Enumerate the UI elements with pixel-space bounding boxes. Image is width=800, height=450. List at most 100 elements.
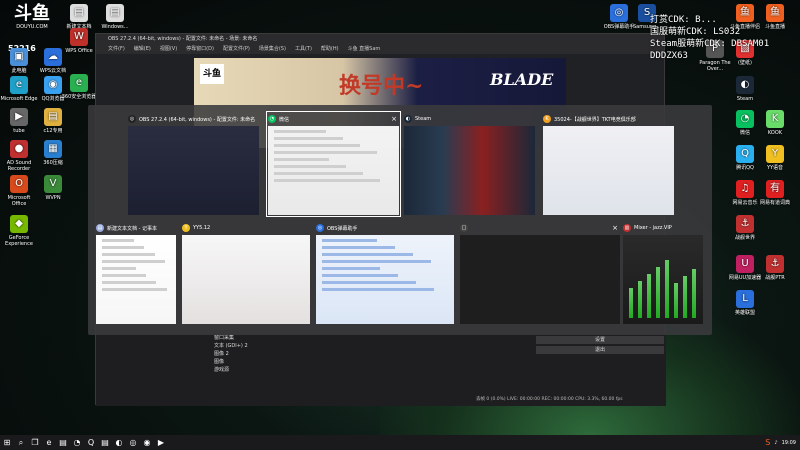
close-icon[interactable]: × <box>612 224 620 232</box>
steam-icon: ◐ <box>736 76 754 94</box>
wechat-icon[interactable]: ◔ <box>70 435 84 450</box>
banner-text: 换号中~ <box>339 73 424 99</box>
task-view-icon[interactable]: ❐ <box>28 435 42 450</box>
obs-status: 丢帧 0 (0.0%) LIVE: 00:00:00 REC: 00:00:00… <box>476 397 623 402</box>
sources-list: 窗口采集 文本 (GDI+) 2 图像 2 图像 游戏源 <box>204 334 314 394</box>
desktop-icon[interactable]: Y YY语音 <box>756 145 794 171</box>
source-item[interactable]: 图像 <box>204 358 314 366</box>
switcher-thumbnail[interactable]: ◎ OBS 27.2.4 (64-bit, windows) - 配置文件: 未命… <box>128 113 259 215</box>
preview-line <box>102 288 167 291</box>
obs-menu-item[interactable]: 帮助(H) <box>321 44 339 54</box>
youdao-icon: 有 <box>766 180 784 198</box>
desktop-icon[interactable]: ⚓ 战舰PTR <box>756 255 794 281</box>
desktop-icon[interactable]: ▤ 新建文本档 <box>60 4 98 30</box>
desktop-icon-label: 微信 <box>739 130 750 136</box>
thumbnail-preview <box>316 235 454 324</box>
obs-icon[interactable]: ◎ <box>126 435 140 450</box>
desktop-icon[interactable]: ▣ 此电脑 <box>0 48 38 74</box>
preview-line <box>102 281 157 284</box>
volume-icon[interactable]: ♪ <box>774 440 777 446</box>
switcher-thumbnail[interactable]: □ × <box>460 222 620 324</box>
obs-title[interactable]: OBS 27.2.4 (64-bit, windows) - 配置文件: 未命名… <box>96 34 664 44</box>
desktop-icon[interactable]: ▤ Windows... <box>96 4 134 30</box>
warships-icon: ⚓ <box>736 215 754 233</box>
thumbnail-preview <box>543 126 674 215</box>
source-item[interactable]: 文本 (GDI+) 2 <box>204 342 314 350</box>
obs-icon: ◎ <box>128 115 136 123</box>
chrome-icon[interactable]: ◉ <box>140 435 154 450</box>
switcher-thumbnail[interactable]: ◐ Steam <box>404 113 535 215</box>
thumbnail-header: ▥ Mixer - jazz.VIP <box>623 222 703 234</box>
desktop-icon[interactable]: e Microsoft Edge <box>0 76 38 102</box>
text-file-icon: ▤ <box>70 4 88 22</box>
preview-line <box>102 239 134 242</box>
yy-icon: Y <box>766 145 784 163</box>
steam-icon: ◐ <box>404 115 412 123</box>
close-icon[interactable]: × <box>391 115 399 123</box>
media-icon[interactable]: ▶ <box>154 435 168 450</box>
desktop-icon[interactable]: ▶ tube <box>0 108 38 134</box>
douyu-logo: 斗鱼 DOUYU.COM <box>14 3 50 31</box>
preview-line <box>274 158 330 161</box>
desktop-icon[interactable]: ⚓ 战舰世界 <box>726 215 764 241</box>
recorder-icon: ● <box>10 140 28 158</box>
folder-icon: ▤ <box>44 108 62 126</box>
desktop-icon[interactable]: ▦ 360压缩 <box>34 140 72 166</box>
switcher-thumbnail[interactable]: K 35024-【战舰世界】TKT电竞俱乐部 <box>543 113 674 215</box>
desktop-icon[interactable]: ◐ Steam <box>726 76 764 102</box>
task-switcher: ◎ OBS 27.2.4 (64-bit, windows) - 配置文件: 未命… <box>88 105 712 335</box>
desktop-icon[interactable]: K KOOK <box>756 110 794 136</box>
source-item[interactable]: 窗口采集 <box>204 334 314 342</box>
desktop-icon[interactable]: e 360安全浏览器 <box>60 74 98 100</box>
preview-line <box>274 130 327 133</box>
settings-button[interactable]: 设置 <box>536 336 664 344</box>
thumbnail-title: YY5.12 <box>193 225 211 231</box>
douyu-tray-icon[interactable]: S <box>765 438 770 447</box>
obs-menu-item[interactable]: 视图(V) <box>160 44 177 54</box>
desktop-icon[interactable]: W WPS Office <box>60 28 98 54</box>
source-item[interactable]: 游戏源 <box>204 366 314 374</box>
thumbnail-header: ◐ Steam <box>404 113 535 125</box>
start-icon[interactable]: ⊞ <box>0 435 14 450</box>
desktop-icon[interactable]: V WVPN <box>34 175 72 201</box>
desktop-icon[interactable]: L 英雄联盟 <box>726 290 764 316</box>
kook-icon: K <box>766 110 784 128</box>
thumbnail-preview <box>404 126 535 215</box>
obs-menu-item[interactable]: 停靠窗口(D) <box>186 44 214 54</box>
vpn-icon: V <box>44 175 62 193</box>
clock[interactable]: 19:09 <box>782 440 796 446</box>
search-icon[interactable]: ⌕ <box>14 435 28 450</box>
qq-icon[interactable]: Q <box>84 435 98 450</box>
explorer-icon[interactable]: ▤ <box>56 435 70 450</box>
source-item[interactable]: 图像 2 <box>204 350 314 358</box>
switcher-thumbnail[interactable]: ▥ Mixer - jazz.VIP <box>623 222 703 324</box>
obs-menu-item[interactable]: 编辑(E) <box>134 44 151 54</box>
desktop-icon[interactable]: ▤ c12专用 <box>34 108 72 134</box>
obs-menu-item[interactable]: 工具(T) <box>295 44 312 54</box>
exit-button[interactable]: 退出 <box>536 346 664 354</box>
folder-icon[interactable]: ▤ <box>98 435 112 450</box>
desktop-icon[interactable]: O Microsoft Office <box>0 175 38 207</box>
thumbnail-preview <box>268 126 399 215</box>
obs-menu-item[interactable]: 配置文件(P) <box>223 44 250 54</box>
wechat-icon: ◔ <box>736 110 754 128</box>
switcher-thumbnail[interactable]: ◔ 微信 × <box>266 111 401 217</box>
obs-menu-item[interactable]: 场景集合(S) <box>259 44 286 54</box>
steam-icon[interactable]: ◐ <box>112 435 126 450</box>
preview-line <box>102 260 166 263</box>
edge-icon[interactable]: e <box>42 435 56 450</box>
switcher-thumbnail[interactable]: ◎ OBS弹幕助手 <box>316 222 454 324</box>
mixer-fader <box>683 276 687 318</box>
desktop-icon[interactable]: ● AD Sound Recorder <box>0 140 38 172</box>
obs-menu-item[interactable]: 斗鱼 直播Sam <box>348 44 381 54</box>
qq-icon: Q <box>736 145 754 163</box>
obs-menu-item[interactable]: 文件(F) <box>108 44 125 54</box>
desktop-icon[interactable]: ◆ GeForce Experience <box>0 215 38 247</box>
ptr-icon: ⚓ <box>766 255 784 273</box>
switcher-thumbnail[interactable]: Y YY5.12 <box>182 222 310 324</box>
tube-icon: ▶ <box>10 108 28 126</box>
switcher-thumbnail[interactable]: ▤ 新建文本文档 - 记事本 <box>96 222 176 324</box>
preview-line <box>102 246 145 249</box>
mixer-fader <box>647 274 651 318</box>
desktop-icon[interactable]: 有网易有道词典 <box>756 180 794 206</box>
